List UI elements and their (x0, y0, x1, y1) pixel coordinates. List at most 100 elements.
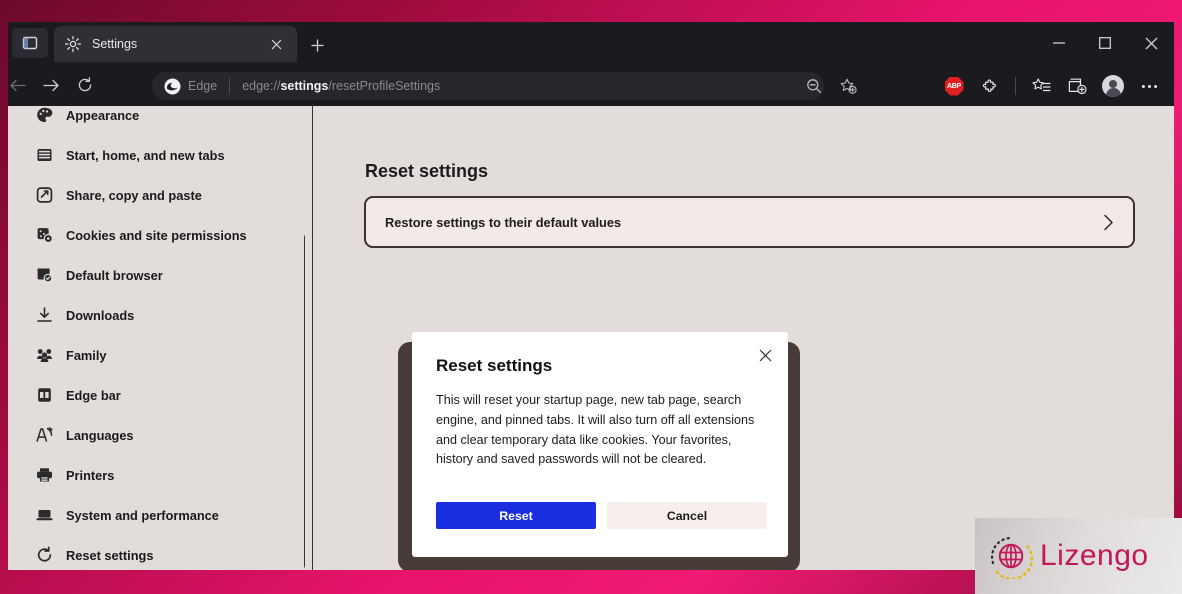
zoom-out-icon (807, 79, 822, 94)
family-icon (36, 347, 53, 364)
dialog-close-button[interactable] (752, 342, 778, 368)
download-icon (36, 307, 53, 324)
sidebar-item-cookies-site-permissions[interactable]: Cookies and site permissions (8, 215, 305, 255)
sidebar-item-appearance[interactable]: Appearance (8, 106, 305, 135)
sidebar-item-label: Share, copy and paste (66, 187, 202, 203)
sidebar-item-family[interactable]: Family (8, 335, 305, 375)
share-icon (36, 187, 53, 204)
maximize-button[interactable] (1082, 22, 1128, 64)
sidebar-item-edge-bar[interactable]: Edge bar (8, 375, 305, 415)
edge-bar-icon (36, 387, 53, 404)
sidebar-item-label: Edge bar (66, 387, 121, 403)
tab-close-button[interactable] (265, 33, 287, 55)
sidebar-item-label: Downloads (66, 307, 135, 323)
plus-icon (311, 39, 323, 51)
omnibox-url: edge://settings/resetProfileSettings (242, 79, 440, 93)
sidebar-item-label: System and performance (66, 507, 219, 523)
globe-icon (989, 533, 1035, 581)
sidebar-item-label: Appearance (66, 107, 140, 123)
extensions-puzzle-icon (982, 79, 996, 93)
adblock-plus-button[interactable]: ABP (937, 72, 971, 100)
dialog-body-text: This will reset your startup page, new t… (436, 393, 755, 467)
window-controls (1036, 22, 1174, 64)
tab-title: Settings (92, 37, 138, 51)
omnibox-separator (229, 78, 231, 94)
sidebar-item-share-copy-paste[interactable]: Share, copy and paste (8, 175, 305, 215)
close-icon (759, 349, 771, 361)
sidebar-item-start-home-new-tabs[interactable]: Start, home, and new tabs (8, 135, 305, 175)
sidebar-item-reset-settings[interactable]: Reset settings (8, 535, 305, 570)
settings-sidebar: Appearance Start, home, and new tabs Sha… (8, 106, 305, 570)
sidebar-item-system-performance[interactable]: System and performance (8, 495, 305, 535)
tab-search-button[interactable] (12, 28, 48, 58)
sidebar-item-downloads[interactable]: Downloads (8, 295, 305, 335)
forward-arrow-icon (42, 79, 59, 91)
omnibox-brand: Edge (164, 78, 217, 95)
favorites-button[interactable] (1024, 72, 1058, 100)
minimize-icon (1053, 42, 1065, 44)
address-bar[interactable]: Edge edge://settings/resetProfileSetting… (152, 72, 824, 100)
url-highlight: settings (280, 79, 329, 93)
dialog-actions: Reset Cancel (436, 502, 767, 529)
back-button[interactable] (8, 70, 34, 100)
reset-icon (36, 546, 53, 564)
settings-more-button[interactable] (1132, 72, 1166, 100)
sidebar-item-printers[interactable]: Printers (8, 455, 305, 495)
close-icon (271, 39, 281, 49)
dialog-title: Reset settings (436, 356, 553, 375)
close-window-button[interactable] (1128, 22, 1174, 64)
tab-search-icon (22, 36, 38, 50)
omnibox-actions (798, 72, 864, 100)
sidebar-item-label: Reset settings (66, 547, 154, 563)
url-suffix: /resetProfileSettings (328, 79, 441, 93)
omnibox-brand-label: Edge (188, 79, 218, 93)
url-prefix: edge:// (242, 79, 281, 93)
favorites-icon (1031, 77, 1051, 91)
profile-button[interactable] (1096, 72, 1130, 100)
watermark: Lizengo (975, 518, 1182, 594)
settings-more-icon (1141, 84, 1157, 88)
gear-icon (64, 35, 82, 53)
add-favorite-button[interactable] (832, 72, 864, 100)
sidebar-item-label: Family (66, 347, 107, 363)
edge-logo-icon (164, 78, 181, 94)
zoom-button[interactable] (798, 72, 830, 100)
language-icon (36, 427, 53, 444)
cancel-button[interactable]: Cancel (607, 502, 767, 529)
chevron-right-icon (1104, 214, 1113, 230)
title-bar: Settings (8, 22, 1174, 64)
restore-defaults-row[interactable]: Restore settings to their default values (364, 196, 1135, 248)
toolbar-divider (1015, 77, 1016, 95)
sidebar-item-label: Start, home, and new tabs (66, 147, 225, 163)
sidebar-list: Appearance Start, home, and new tabs Sha… (8, 106, 305, 570)
cookie-icon (36, 227, 53, 244)
palette-icon (36, 107, 53, 124)
refresh-icon (78, 77, 92, 92)
browser-tab[interactable]: Settings (54, 26, 297, 62)
toolbar-right-actions: ABP (937, 72, 1166, 100)
back-arrow-icon (9, 79, 26, 91)
sidebar-item-label: Printers (66, 467, 115, 483)
restore-defaults-label: Restore settings to their default values (385, 214, 622, 230)
close-icon (1145, 37, 1157, 49)
add-favorite-star-icon (840, 78, 857, 94)
sidebar-item-default-browser[interactable]: Default browser (8, 255, 305, 295)
reset-button[interactable]: Reset (436, 502, 596, 529)
collections-button[interactable] (1060, 72, 1094, 100)
home-page-icon (36, 147, 53, 164)
sidebar-item-languages[interactable]: Languages (8, 415, 305, 455)
avatar (1102, 75, 1124, 97)
forward-button[interactable] (34, 70, 68, 100)
extensions-button[interactable] (973, 72, 1007, 100)
printer-icon (36, 467, 53, 484)
reset-settings-dialog: Reset settings This will reset your star… (412, 332, 788, 557)
sidebar-scrollbar-thumb[interactable] (304, 233, 305, 570)
minimize-button[interactable] (1036, 22, 1082, 64)
sidebar-item-label: Languages (66, 427, 134, 443)
sidebar-item-label: Default browser (66, 267, 163, 283)
watermark-text: Lizengo (1040, 539, 1149, 572)
collections-icon (1068, 78, 1087, 95)
refresh-button[interactable] (68, 70, 102, 100)
sidebar-item-label: Cookies and site permissions (66, 227, 247, 243)
new-tab-button[interactable] (303, 31, 331, 59)
